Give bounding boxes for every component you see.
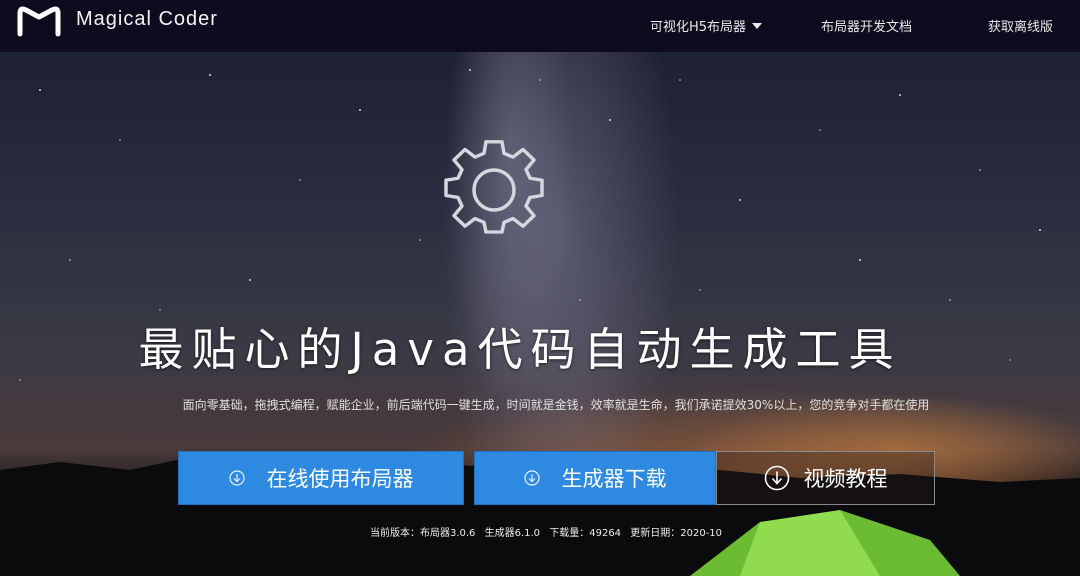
video-tutorial-button[interactable]: 视频教程 bbox=[716, 451, 935, 505]
gear-icon bbox=[444, 140, 544, 234]
nav-visual-h5-layout-label: 可视化H5布局器 bbox=[650, 20, 747, 35]
download-icon bbox=[523, 470, 540, 486]
generator-version: 生成器6.1.0 bbox=[484, 528, 541, 539]
magical-coder-logo[interactable] bbox=[16, 4, 62, 38]
update-date: 更新日期：2020-10 bbox=[630, 528, 723, 539]
nav-visual-h5-layout[interactable]: 可视化H5布局器 bbox=[650, 16, 763, 35]
download-count: 下载量：49264 bbox=[549, 528, 622, 539]
brand-name[interactable]: Magical Coder bbox=[76, 8, 218, 31]
nav-offline-version[interactable]: 获取离线版 bbox=[988, 16, 1053, 35]
generator-download-button[interactable]: 生成器下载 bbox=[474, 451, 716, 505]
current-version: 当前版本：布局器3.0.6 bbox=[369, 528, 476, 539]
nav-layout-docs[interactable]: 布局器开发文档 bbox=[821, 16, 912, 35]
generator-download-button-label: 生成器下载 bbox=[561, 467, 667, 491]
download-icon bbox=[764, 465, 789, 491]
online-layout-button-label: 在线使用布局器 bbox=[266, 467, 414, 491]
top-navigation-bar: Magical Coder 可视化H5布局器 布局器开发文档 获取离线版 bbox=[0, 0, 1080, 52]
version-info: 当前版本：布局器3.0.6 生成器6.1.0 下载量：49264 更新日期：20… bbox=[0, 524, 1080, 539]
video-tutorial-button-label: 视频教程 bbox=[803, 467, 888, 491]
online-layout-button[interactable]: 在线使用布局器 bbox=[178, 451, 464, 505]
hero-headline: 最贴心的Java代码自动生成工具 bbox=[138, 323, 902, 376]
hero-subline: 面向零基础，拖拽式编程，赋能企业，前后端代码一键生成，时间就是金钱，效率就是生命… bbox=[182, 398, 930, 412]
chevron-down-icon bbox=[752, 23, 763, 29]
download-icon bbox=[228, 470, 245, 486]
